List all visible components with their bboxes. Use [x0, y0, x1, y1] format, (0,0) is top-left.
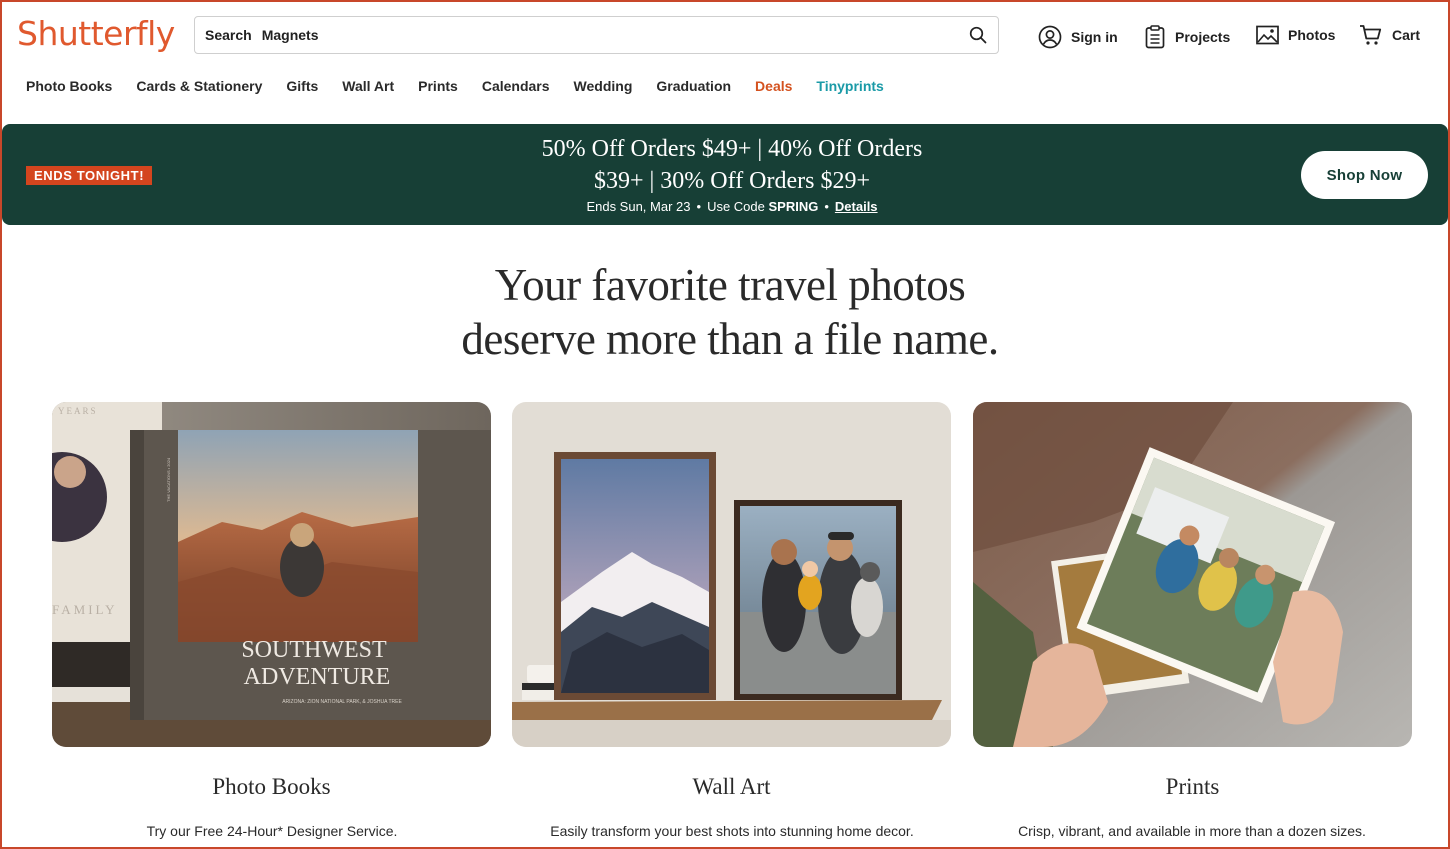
promo-offer-text: 50% Off Orders $49+ | 40% Off Orders $39…	[492, 133, 972, 197]
sign-in-label: Sign in	[1071, 29, 1118, 45]
prints-description: Crisp, vibrant, and available in more th…	[1018, 823, 1366, 839]
hero-headline: Your favorite travel photos deserve more…	[330, 258, 1130, 366]
book-cover-title-1: SOUTHWEST	[241, 637, 387, 663]
cart-label: Cart	[1392, 27, 1421, 43]
promo-line-2: $39+ | 30% Off Orders $29+	[593, 168, 871, 194]
hero-line-2: deserve more than a file name.	[461, 314, 999, 364]
spine-text-family: FAMILY	[52, 602, 118, 617]
projects-icon	[1144, 25, 1166, 49]
photo-books-title[interactable]: Photo Books	[52, 774, 491, 800]
nav-prints[interactable]: Prints	[418, 78, 458, 94]
hero-line-1: Your favorite travel photos	[494, 260, 966, 310]
cart-link[interactable]: Cart	[1359, 24, 1420, 46]
shop-now-button[interactable]: Shop Now	[1301, 151, 1428, 199]
sign-in-link[interactable]: Sign in	[1038, 25, 1118, 49]
promo-end-date: Ends Sun, Mar 23	[586, 199, 691, 214]
shutterfly-logo[interactable]: Shutterfly	[17, 14, 175, 53]
nav-calendars[interactable]: Calendars	[482, 78, 550, 94]
book-vertical-text: THE VACATIONS • 2024	[166, 457, 171, 502]
search-input[interactable]	[261, 27, 968, 43]
wall-art-description: Easily transform your best shots into st…	[550, 823, 914, 839]
search-bar[interactable]: Search	[194, 16, 999, 54]
book-cover-subtitle: ARIZONA: ZION NATIONAL PARK, & JOSHUA TR…	[282, 699, 402, 705]
promo-banner: ENDS TONIGHT! 50% Off Orders $49+ | 40% …	[2, 124, 1448, 225]
promo-details-link[interactable]: Details	[835, 199, 878, 214]
cart-icon	[1359, 24, 1383, 46]
spine-text-years: YEARS	[58, 406, 98, 416]
nav-cards-stationery[interactable]: Cards & Stationery	[136, 78, 262, 94]
prints-card-image[interactable]	[973, 402, 1412, 747]
promo-code-prefix: Use Code	[707, 199, 765, 214]
photos-link[interactable]: Photos	[1256, 25, 1335, 45]
nav-tinyprints[interactable]: Tinyprints	[816, 78, 883, 94]
wall-art-card-image[interactable]	[512, 402, 951, 747]
promo-line-1: 50% Off Orders $49+ | 40% Off Orders	[541, 136, 923, 162]
nav-graduation[interactable]: Graduation	[656, 78, 731, 94]
search-icon[interactable]	[968, 25, 988, 45]
account-icon	[1038, 25, 1062, 49]
main-nav: Photo Books Cards & Stationery Gifts Wal…	[26, 78, 884, 94]
photos-icon	[1256, 25, 1279, 45]
nav-wall-art[interactable]: Wall Art	[342, 78, 394, 94]
ends-tonight-badge: ENDS TONIGHT!	[26, 166, 153, 185]
photo-books-card-image[interactable]: SOUTHWEST ADVENTURE ARIZONA: ZION NATION…	[52, 402, 491, 747]
photos-label: Photos	[1288, 27, 1336, 43]
projects-link[interactable]: Projects	[1144, 25, 1230, 49]
nav-deals[interactable]: Deals	[755, 78, 792, 94]
promo-code: SPRING	[768, 199, 819, 214]
projects-label: Projects	[1175, 29, 1231, 45]
promo-subtext: Ends Sun, Mar 23 • Use Code SPRING • Details	[586, 199, 878, 214]
search-label: Search	[205, 27, 252, 43]
nav-wedding[interactable]: Wedding	[574, 78, 633, 94]
book-cover-title-2: ADVENTURE	[244, 664, 391, 690]
nav-gifts[interactable]: Gifts	[286, 78, 318, 94]
nav-photo-books[interactable]: Photo Books	[26, 78, 112, 94]
photo-books-description: Try our Free 24-Hour* Designer Service.	[146, 823, 398, 839]
wall-art-title[interactable]: Wall Art	[512, 774, 951, 800]
prints-title[interactable]: Prints	[973, 774, 1412, 800]
